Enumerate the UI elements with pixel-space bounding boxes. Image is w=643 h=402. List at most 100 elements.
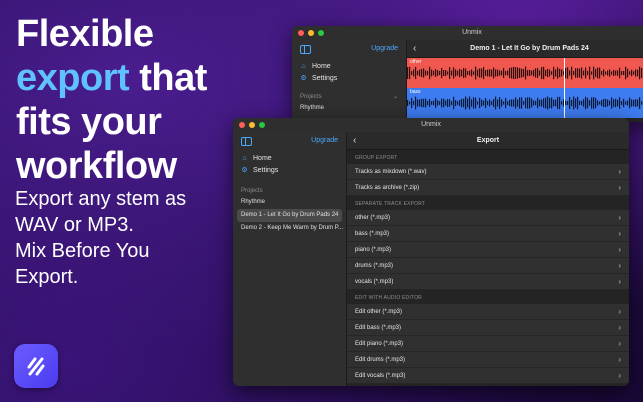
waveform-bar — [595, 97, 597, 109]
waveform-bar — [511, 99, 513, 107]
house-icon: ⌂ — [242, 154, 247, 162]
close-button[interactable] — [298, 30, 304, 36]
waveform-bar — [565, 67, 567, 79]
waveform-bar — [623, 70, 625, 76]
waveform-bar — [571, 99, 573, 107]
waveform-bar — [611, 97, 613, 109]
chevron-right-icon: › — [618, 167, 621, 176]
waveform-bar — [557, 97, 559, 109]
waveform-bar — [451, 101, 453, 105]
waveform-bar — [431, 101, 433, 105]
headline-accent: export — [16, 57, 130, 99]
edit-with-audio-editor-header: EDIT WITH AUDIO EDITOR — [355, 295, 422, 301]
chevron-right-icon: › — [618, 339, 621, 348]
track-bass[interactable]: bass — [407, 88, 643, 118]
edit-row-drums[interactable]: Edit drums (*.mp3) › — [347, 352, 629, 368]
waveform-bar — [567, 67, 569, 79]
waveform-bar — [537, 68, 539, 78]
waveform-bar — [459, 99, 461, 107]
export-row-drums[interactable]: drums (*.mp3) › — [347, 258, 629, 274]
waveform-bar — [503, 68, 505, 78]
projects-section-header[interactable]: Projects ⌄ — [292, 92, 406, 102]
waveform-bar — [451, 70, 453, 76]
waveform-bar — [449, 99, 451, 107]
export-row-vocals[interactable]: vocals (*.mp3) › — [347, 274, 629, 290]
waveform-bar — [599, 101, 601, 105]
waveform-bar — [581, 67, 583, 79]
waveform-bar — [635, 69, 637, 77]
export-row-other[interactable]: other (*.mp3) › — [347, 210, 629, 226]
upgrade-link[interactable]: Upgrade — [371, 45, 398, 52]
waveform-bar — [459, 68, 461, 78]
minimize-button[interactable] — [308, 30, 314, 36]
project-item-demo-2[interactable]: Demo 2 - Keep Me Warm by Drum P... — [233, 222, 346, 235]
subtext-line-2: WAV or MP3. — [15, 214, 134, 236]
waveform-bar — [407, 99, 409, 107]
waveform-bar — [625, 101, 627, 105]
export-row-piano[interactable]: piano (*.mp3) › — [347, 242, 629, 258]
sidebar-toggle-icon[interactable] — [300, 45, 311, 54]
waveform-bar — [425, 70, 427, 76]
waveform-bar — [555, 69, 557, 77]
waveform-bar — [579, 68, 581, 78]
waveform-bar — [429, 66, 431, 80]
back-chevron-icon[interactable]: ‹ — [413, 40, 416, 58]
export-row-archive[interactable]: Tracks as archive (*.zip) › — [347, 180, 629, 196]
export-row-bass[interactable]: bass (*.mp3) › — [347, 226, 629, 242]
projects-section-header: Projects — [241, 188, 263, 194]
project-item-demo-1[interactable]: Demo 1 - Let It Go by Drum Pads 24 — [237, 209, 342, 222]
zoom-button[interactable] — [318, 30, 324, 36]
playhead[interactable] — [564, 58, 565, 118]
waveform-bar — [495, 69, 497, 77]
waveform-bar — [435, 98, 437, 108]
edit-row-vocals[interactable]: Edit vocals (*.mp3) › — [347, 368, 629, 384]
waveform-bar — [559, 96, 561, 110]
waveform-bar — [607, 99, 609, 107]
waveform-bar — [597, 100, 599, 106]
export-row-mixdown[interactable]: Tracks as mixdown (*.wav) › — [347, 164, 629, 180]
waveform-bar — [559, 68, 561, 78]
waveform-bar — [589, 100, 591, 106]
waveform-bar — [509, 99, 511, 107]
waveform-bar — [635, 99, 637, 107]
edit-row-bass[interactable]: Edit bass (*.mp3) › — [347, 320, 629, 336]
waveform-bar — [517, 99, 519, 107]
waveform-bar — [445, 69, 447, 77]
waveform-bar — [419, 99, 421, 107]
back-chevron-icon[interactable]: ‹ — [353, 132, 356, 150]
waveform-bar — [621, 101, 623, 105]
track-other[interactable]: other — [407, 58, 643, 88]
headline-line-4: workflow — [16, 145, 177, 187]
sidebar-item-home[interactable]: ⌂ Home — [233, 152, 346, 164]
waveform-bar — [521, 68, 523, 78]
sidebar-item-label: Home — [253, 154, 272, 162]
edit-row-other[interactable]: Edit other (*.mp3) › — [347, 304, 629, 320]
waveform-bar — [603, 98, 605, 108]
project-item[interactable]: Rhythme — [292, 102, 406, 115]
minimize-button[interactable] — [249, 122, 255, 128]
chevron-right-icon: › — [618, 371, 621, 380]
sidebar-toggle-icon[interactable] — [241, 137, 252, 146]
front-window: Unmix Upgrade ⌂ Home ⚙ Settings Projects… — [233, 118, 629, 386]
waveform-bar — [455, 99, 457, 107]
waveform-bar — [469, 70, 471, 76]
waveform-bar — [637, 69, 639, 77]
waveform-bar — [489, 99, 491, 107]
waveform-bar — [577, 68, 579, 78]
sidebar-item-home[interactable]: ⌂ Home — [292, 60, 406, 72]
waveform-bar — [641, 101, 643, 105]
waveform-bar — [439, 101, 441, 105]
close-button[interactable] — [239, 122, 245, 128]
project-item-rhythme[interactable]: Rhythme — [233, 196, 346, 209]
sidebar-item-settings[interactable]: ⚙ Settings — [292, 72, 406, 84]
chevron-right-icon: › — [618, 261, 621, 270]
waveform-bar — [463, 98, 465, 108]
waveform-bar — [565, 100, 567, 106]
edit-row-piano[interactable]: Edit piano (*.mp3) › — [347, 336, 629, 352]
zoom-button[interactable] — [259, 122, 265, 128]
sidebar-item-settings[interactable]: ⚙ Settings — [233, 164, 346, 176]
export-header: ‹ Export — [347, 132, 629, 150]
waveform-bar — [557, 67, 559, 79]
upgrade-link[interactable]: Upgrade — [311, 137, 338, 144]
waveform-bar — [523, 68, 525, 78]
